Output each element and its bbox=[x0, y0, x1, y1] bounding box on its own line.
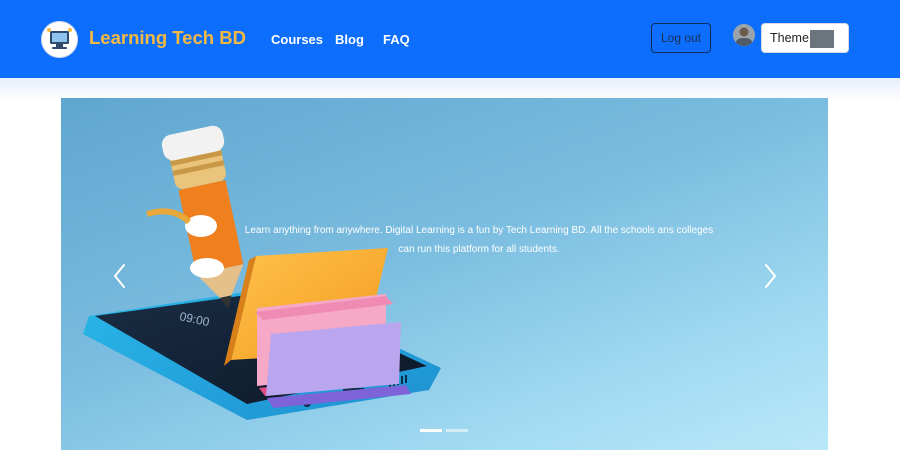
carousel-indicator-2[interactable] bbox=[446, 429, 468, 432]
hero-illustration: 09:00 bbox=[83, 125, 441, 420]
nav-blog[interactable]: Blog bbox=[335, 32, 364, 47]
brand-title[interactable]: Learning Tech BD bbox=[89, 27, 246, 49]
brand-logo-icon[interactable] bbox=[41, 21, 78, 58]
navbar: Learning Tech BD Courses Blog FAQ Log ou… bbox=[0, 0, 900, 78]
carousel-prev-icon[interactable] bbox=[108, 261, 132, 291]
user-avatar[interactable] bbox=[733, 24, 755, 46]
theme-toggle-button[interactable]: Theme bbox=[761, 23, 849, 53]
nav-courses[interactable]: Courses bbox=[271, 32, 323, 47]
hero-carousel: 09:00 Learn anything from anywhere. Digi… bbox=[61, 98, 828, 450]
nav-faq[interactable]: FAQ bbox=[383, 32, 410, 47]
carousel-indicator-1[interactable] bbox=[420, 429, 442, 432]
carousel-next-icon[interactable] bbox=[758, 261, 782, 291]
theme-label: Theme bbox=[770, 31, 809, 45]
hero-caption: Learn anything from anywhere. Digital Le… bbox=[244, 225, 714, 255]
theme-swatch bbox=[810, 30, 834, 48]
logout-button[interactable]: Log out bbox=[651, 23, 711, 53]
